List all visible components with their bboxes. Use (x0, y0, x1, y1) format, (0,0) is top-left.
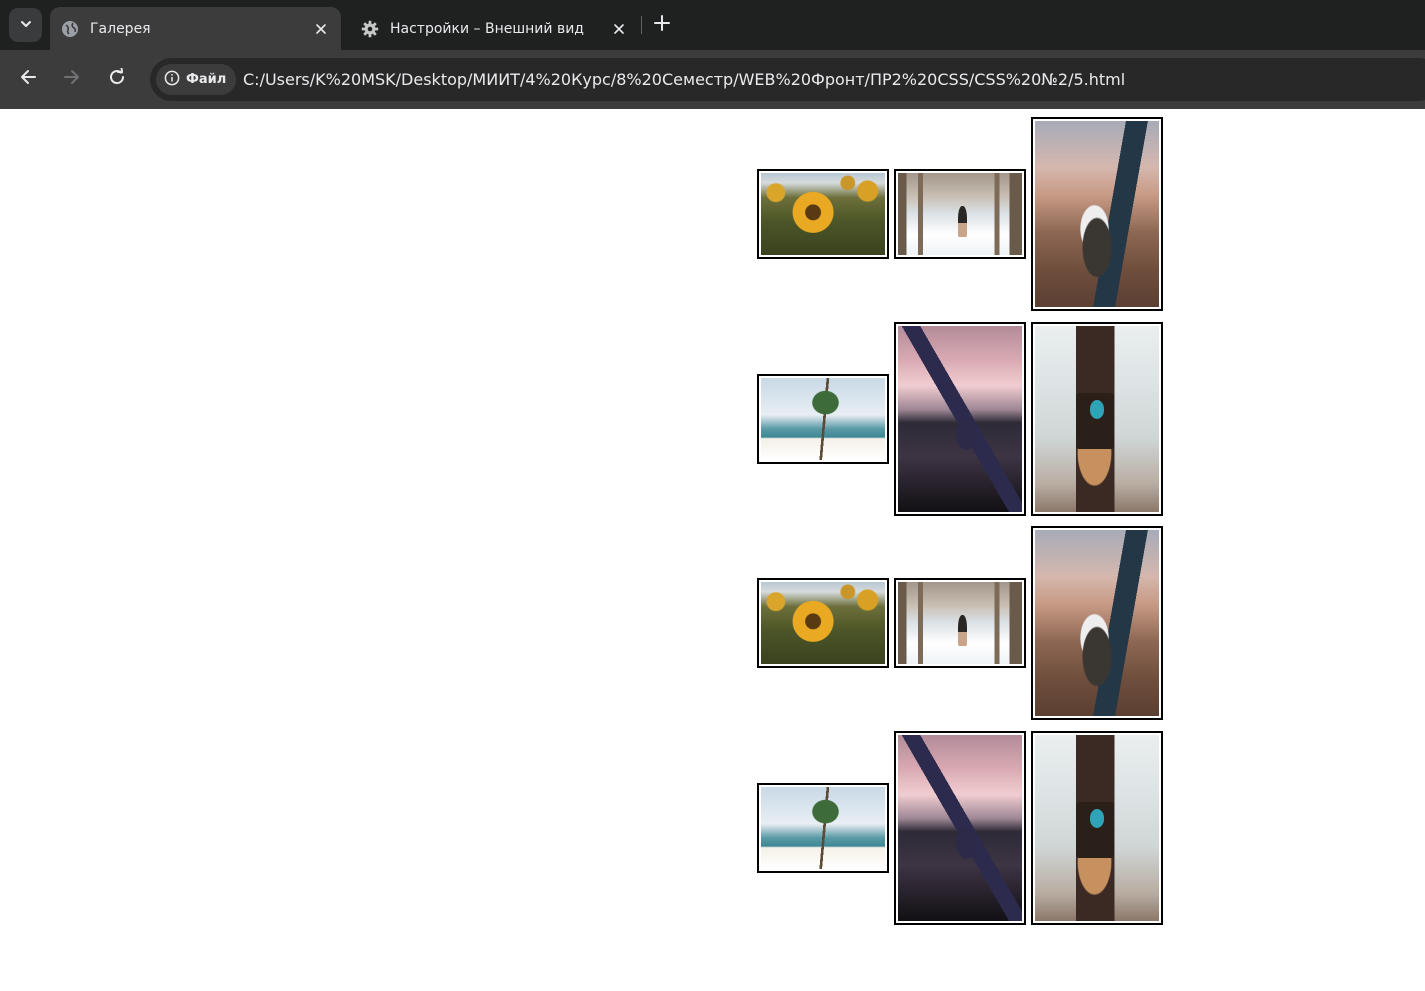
photo-image (898, 735, 1022, 921)
gallery-photo-surfer (894, 322, 1026, 516)
forward-button[interactable] (60, 67, 84, 91)
close-tab-icon[interactable] (311, 19, 331, 39)
reload-icon (108, 67, 126, 90)
photo-image (898, 173, 1022, 255)
gallery-photo-palm (757, 783, 889, 873)
chevron-down-icon (19, 16, 33, 35)
gallery-photo-coconut-drink (1031, 731, 1163, 925)
new-tab-button[interactable] (650, 13, 674, 37)
tab-separator (641, 16, 642, 34)
photo-image (761, 378, 885, 460)
photo-image (1035, 121, 1159, 307)
globe-icon (61, 20, 79, 38)
tab-settings[interactable]: Настройки – Внешний вид (350, 7, 639, 50)
gallery-photo-sunflower (757, 169, 889, 259)
reload-button[interactable] (105, 67, 129, 91)
gallery-photo-pier (894, 578, 1026, 668)
plus-icon (654, 15, 670, 35)
info-icon (164, 70, 180, 90)
gallery-photo-surfer (894, 731, 1026, 925)
tab-gallery[interactable]: Галерея (50, 7, 341, 50)
photo-image (898, 326, 1022, 512)
security-chip-label: Файл (186, 72, 227, 87)
gallery-photo-palm (757, 374, 889, 464)
arrow-right-icon (63, 68, 81, 90)
photo-image (1035, 735, 1159, 921)
photo-image (761, 582, 885, 664)
gallery-photo-coconut-drink (1031, 322, 1163, 516)
browser-toolbar: Файл C:/Users/K%20MSK/Desktop/МИИТ/4%20К… (0, 50, 1425, 109)
photo-image (1035, 326, 1159, 512)
arrow-left-icon (19, 68, 37, 90)
photo-image (1035, 530, 1159, 716)
tab-title: Настройки – Внешний вид (390, 20, 584, 37)
photo-image (898, 582, 1022, 664)
tab-strip: Галерея Настройки – Внешний вид (0, 0, 1425, 50)
photo-image (761, 173, 885, 255)
tab-search-button[interactable] (9, 8, 42, 42)
url-text[interactable]: C:/Users/K%20MSK/Desktop/МИИТ/4%20Курс/8… (243, 58, 1125, 101)
photo-image (761, 787, 885, 869)
address-bar[interactable]: Файл C:/Users/K%20MSK/Desktop/МИИТ/4%20К… (150, 58, 1425, 101)
gallery-photo-sunflower (757, 578, 889, 668)
site-info-chip[interactable]: Файл (156, 64, 237, 95)
gallery-photo-skateboard (1031, 117, 1163, 311)
tab-title: Галерея (90, 20, 151, 37)
close-tab-icon[interactable] (609, 19, 629, 39)
gallery-photo-pier (894, 169, 1026, 259)
back-button[interactable] (16, 67, 40, 91)
gallery-photo-skateboard (1031, 526, 1163, 720)
gear-icon (361, 20, 379, 38)
